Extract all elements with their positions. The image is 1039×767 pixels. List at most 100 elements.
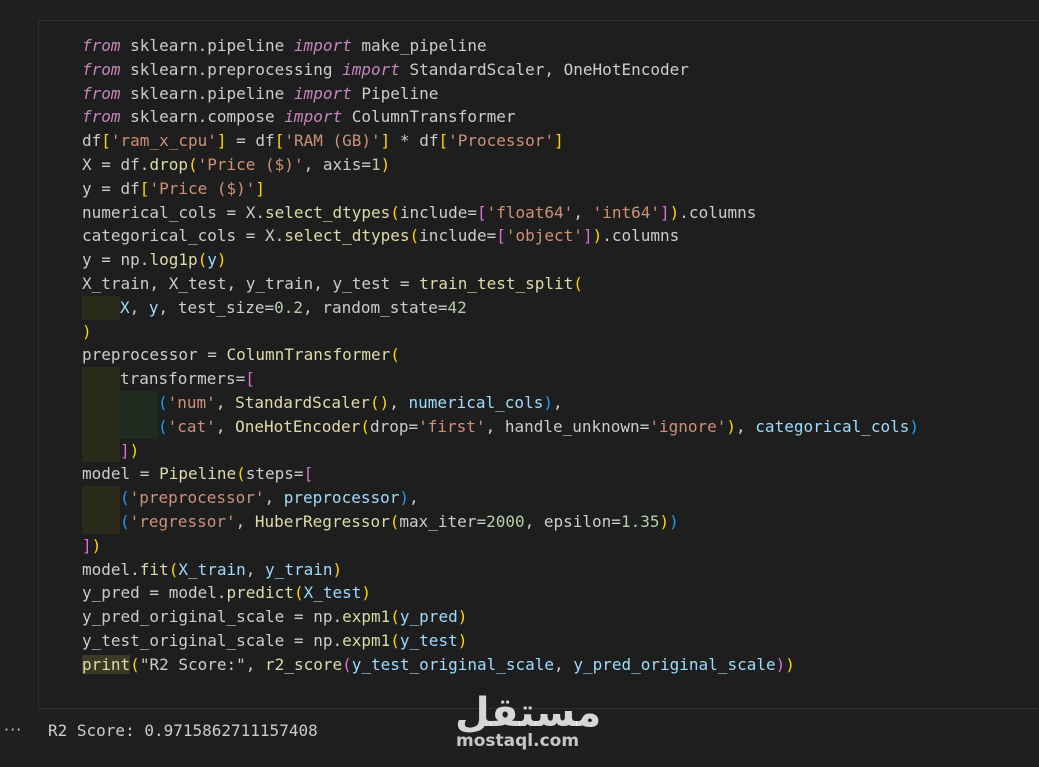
code-token: print	[82, 654, 131, 674]
code-line[interactable]: ('num', StandardScaler(), numerical_cols…	[82, 390, 919, 415]
code-token: [	[245, 369, 255, 389]
code-token: preprocessor =	[82, 345, 227, 365]
code-token: 'regressor'	[129, 511, 236, 531]
code-token: from	[82, 83, 121, 103]
code-token: import	[284, 107, 343, 127]
code-line[interactable]: df['ram_x_cpu'] = df['RAM (GB)'] * df['P…	[82, 129, 919, 153]
code-line[interactable]: from sklearn.pipeline import Pipeline	[82, 82, 919, 106]
code-token: ]	[582, 226, 593, 246]
code-line[interactable]: categorical_cols = X.select_dtypes(inclu…	[82, 224, 919, 248]
code-line[interactable]: y = df['Price ($)']	[82, 177, 919, 201]
code-token: select_dtypes	[284, 226, 410, 246]
code-line[interactable]: y_pred = model.predict(X_test)	[82, 581, 919, 605]
code-token: = df	[226, 131, 275, 151]
code-line[interactable]: transformers=[	[82, 367, 919, 391]
code-token: 1.35	[620, 511, 660, 531]
code-token: from	[82, 107, 121, 127]
code-token: import	[293, 36, 352, 55]
code-token: select_dtypes	[265, 202, 391, 222]
code-line[interactable]: ('cat', OneHotEncoder(drop='first', hand…	[82, 414, 919, 439]
code-token: OneHotEncoder	[235, 416, 361, 436]
code-token: y	[207, 250, 217, 270]
code-line[interactable]: X, y, test_size=0.2, random_state=42	[82, 295, 919, 320]
code-token: )	[129, 440, 140, 460]
code-token: )	[91, 535, 102, 555]
code-token: r2_score	[265, 654, 343, 674]
output-more-actions-icon[interactable]: ···	[4, 720, 22, 739]
code-token: [	[438, 131, 449, 151]
code-token: from	[82, 59, 121, 79]
indent-guide	[82, 486, 120, 510]
code-token: "R2 Score:",	[139, 654, 266, 674]
code-token: )	[659, 511, 670, 531]
code-token: numerical_cols = X.	[82, 202, 266, 222]
code-line[interactable]: ('regressor', HuberRegressor(max_iter=20…	[82, 509, 919, 534]
code-token: transformers=	[120, 369, 246, 389]
code-token: [	[476, 202, 487, 222]
code-line[interactable]: X_train, X_test, y_train, y_test = train…	[82, 272, 919, 296]
code-line[interactable]: y_pred_original_scale = np.expm1(y_pred)	[82, 605, 919, 629]
indent-guide	[120, 390, 158, 415]
code-token: ]	[255, 178, 266, 198]
code-token: model.	[82, 559, 140, 579]
code-token: from	[82, 36, 121, 55]
code-token: )	[785, 654, 795, 674]
code-token: fit	[139, 559, 169, 579]
code-token: include=	[419, 226, 497, 246]
code-token: , handle_unknown=	[485, 416, 650, 436]
code-token: 'Price ($)'	[149, 178, 256, 198]
code-token: expm1	[342, 630, 391, 650]
code-token: (	[236, 464, 246, 484]
code-line[interactable]: numerical_cols = X.select_dtypes(include…	[82, 201, 919, 225]
code-line[interactable]: print("R2 Score:", r2_score(y_test_origi…	[82, 653, 919, 677]
code-token: 'first'	[418, 416, 486, 436]
code-line[interactable]: from sklearn.compose import ColumnTransf…	[82, 105, 919, 129]
code-token: ]	[380, 131, 391, 151]
code-token: (	[120, 511, 130, 531]
code-token: [	[496, 226, 506, 246]
code-line[interactable]: from sklearn.preprocessing import Standa…	[82, 58, 919, 82]
code-token: y_pred_original_scale = np.	[82, 607, 343, 627]
code-token: )	[216, 250, 227, 270]
code-line[interactable]: ('preprocessor', preprocessor),	[82, 486, 919, 510]
code-token: , axis=	[303, 154, 372, 174]
code-line[interactable]: )	[82, 320, 919, 344]
code-token: )	[82, 321, 92, 341]
code-token: * df	[390, 131, 439, 151]
code-token: .columns	[602, 226, 680, 246]
code-token: )	[457, 607, 468, 627]
code-token: ,	[389, 392, 409, 412]
code-token: sklearn.compose	[120, 107, 285, 127]
code-token: categorical_cols = X.	[82, 226, 285, 246]
code-token: )	[399, 488, 409, 508]
code-line[interactable]: y_test_original_scale = np.expm1(y_test)	[82, 629, 919, 653]
code-line[interactable]: model = Pipeline(steps=[	[82, 462, 919, 486]
code-line[interactable]: model.fit(X_train, y_train)	[82, 558, 919, 582]
code-line[interactable]: X = df.drop('Price ($)', axis=1)	[82, 153, 919, 177]
code-line[interactable]: preprocessor = ColumnTransformer(	[82, 343, 919, 367]
indent-guide	[82, 509, 120, 534]
code-line[interactable]: from sklearn.pipeline import make_pipeli…	[82, 34, 919, 58]
code-token: 0.2	[274, 297, 304, 317]
watermark-url: mostaql.com	[456, 731, 580, 751]
code-token: (	[342, 654, 352, 674]
code-token: y_pred = model.	[82, 583, 227, 603]
code-token: , test_size=	[158, 297, 275, 317]
code-editor[interactable]: from sklearn.pipeline import make_pipeli…	[82, 34, 919, 677]
code-line[interactable]: ])	[82, 438, 919, 463]
code-token: ,	[215, 416, 236, 436]
code-token: y_test_original_scale = np.	[82, 630, 343, 650]
code-token: ,	[736, 416, 756, 436]
code-token: ]	[660, 202, 670, 222]
code-token: (	[158, 416, 168, 436]
code-token: (	[293, 583, 304, 603]
code-token: )	[726, 416, 737, 436]
code-line[interactable]: ])	[82, 534, 919, 558]
watermark-logo-arabic: مستقل	[455, 690, 602, 736]
cell-output: R2 Score: 0.9715862711157408	[48, 721, 318, 740]
code-token: model =	[82, 464, 160, 484]
code-token: (	[390, 607, 400, 627]
code-token: y_test_original_scale	[351, 654, 555, 674]
code-line[interactable]: y = np.log1p(y)	[82, 248, 919, 272]
code-token: (	[573, 273, 583, 293]
